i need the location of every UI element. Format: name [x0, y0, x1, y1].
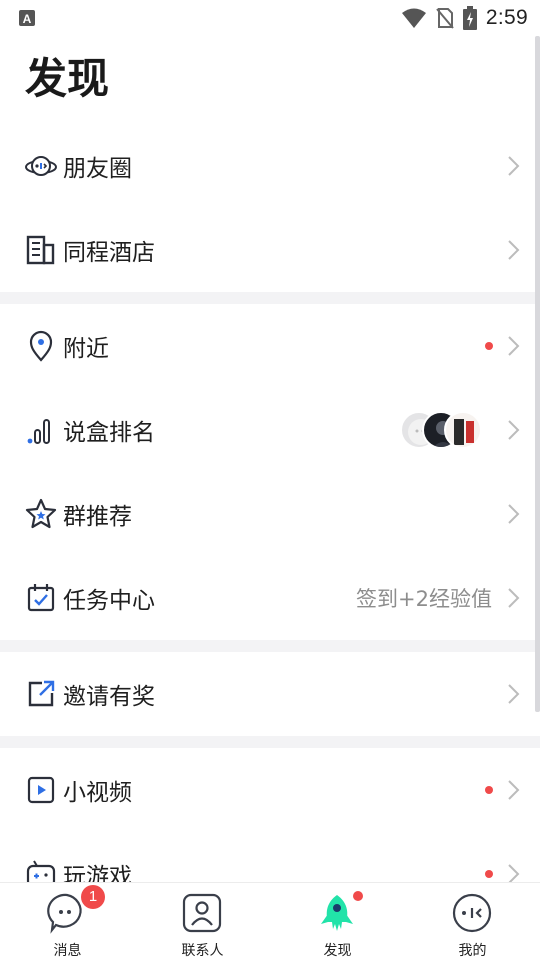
new-indicator-dot [485, 786, 493, 794]
tab-me[interactable]: 我的 [405, 889, 540, 959]
chevron-right-icon [508, 420, 520, 440]
chevron-right-icon [508, 684, 520, 704]
chevron-right-icon [508, 156, 520, 176]
chevron-right-icon [508, 780, 520, 800]
location-pin-icon [29, 330, 53, 362]
tab-messages[interactable]: 1 消息 [0, 885, 135, 959]
planet-chat-icon [25, 156, 57, 176]
menu-item-games[interactable]: 玩游戏 [0, 832, 540, 882]
status-bar: A 2:59 [0, 0, 540, 36]
rocket-icon [321, 895, 353, 931]
tab-label: 我的 [458, 943, 487, 959]
menu-label: 玩游戏 [63, 864, 132, 882]
tab-label: 联系人 [181, 943, 224, 959]
menu-label: 朋友圈 [63, 156, 132, 182]
new-indicator-dot [485, 342, 493, 350]
menu-item-hotel[interactable]: 同程酒店 [0, 208, 540, 292]
new-indicator-dot [485, 870, 493, 878]
menu-item-ranking[interactable]: 说盒排名 [0, 388, 540, 472]
contacts-icon [182, 893, 222, 933]
menu-label: 任务中心 [63, 588, 155, 614]
section-divider [0, 736, 540, 748]
unread-badge: 1 [81, 885, 105, 909]
tab-discover[interactable]: 发现 [270, 889, 405, 959]
task-reward-text: 签到+2经验值 [356, 587, 492, 611]
new-indicator-dot [353, 891, 363, 901]
menu-label: 附近 [63, 336, 109, 362]
svg-text:A: A [23, 12, 32, 26]
menu-item-nearby[interactable]: 附近 [0, 304, 540, 388]
profile-face-icon [452, 893, 492, 933]
menu-item-moments[interactable]: 朋友圈 [0, 124, 540, 208]
share-out-icon [28, 680, 55, 707]
building-icon [26, 235, 55, 265]
menu-item-group-recommend[interactable]: 群推荐 [0, 472, 540, 556]
wifi-icon [401, 8, 426, 28]
section-divider [0, 292, 540, 304]
tab-contacts[interactable]: 联系人 [135, 889, 270, 959]
menu-item-task-center[interactable]: 任务中心 签到+2经验值 [0, 556, 540, 640]
clock-time: 2:59 [485, 6, 528, 29]
ranking-avatars [400, 411, 482, 449]
keyboard-a-icon: A [19, 10, 35, 26]
chevron-right-icon [508, 240, 520, 260]
menu-label: 邀请有奖 [63, 684, 155, 710]
menu-label: 小视频 [63, 780, 132, 806]
menu-item-invite-reward[interactable]: 邀请有奖 [0, 652, 540, 736]
page-title: 发现 [25, 54, 110, 103]
bottom-tab-bar: 1 消息 联系人 发现 我的 [0, 882, 540, 960]
chevron-right-icon [508, 864, 520, 882]
star-icon [25, 498, 57, 529]
gamepad-icon [26, 860, 56, 882]
menu-item-short-video[interactable]: 小视频 [0, 748, 540, 832]
avatar [444, 411, 482, 449]
chevron-right-icon [508, 504, 520, 524]
discover-menu: 朋友圈 同程酒店 附近 说盒排名 群推荐 任务中心 签到+2经验值 邀请有奖 小… [0, 124, 540, 882]
menu-label: 群推荐 [63, 504, 132, 530]
menu-label: 说盒排名 [63, 420, 155, 446]
battery-charging-icon [462, 6, 477, 30]
chevron-right-icon [508, 588, 520, 608]
section-divider [0, 640, 540, 652]
calendar-check-icon [27, 584, 55, 612]
status-right: 2:59 [401, 4, 528, 32]
tab-label: 发现 [323, 943, 352, 959]
no-sim-icon [436, 8, 454, 29]
scrollbar[interactable] [535, 36, 540, 712]
chevron-right-icon [508, 336, 520, 356]
tab-label: 消息 [53, 943, 82, 959]
ranking-bars-icon [27, 419, 50, 444]
play-video-icon [27, 776, 55, 804]
menu-label: 同程酒店 [63, 240, 155, 266]
